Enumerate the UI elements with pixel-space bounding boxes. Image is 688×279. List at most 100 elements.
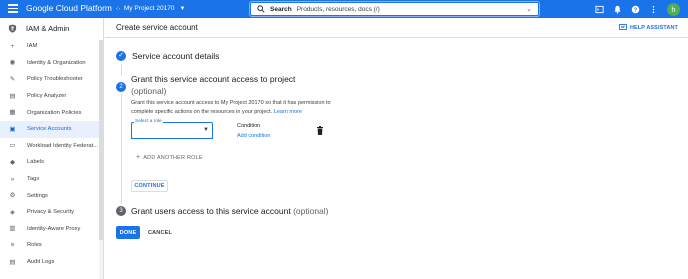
tag-icon: » — [10, 175, 15, 183]
learn-more-link[interactable]: Learn more — [274, 109, 302, 115]
caret-down-icon: ▼ — [203, 127, 209, 133]
step-2-title: Grant this service account access to pro… — [131, 74, 296, 84]
check-circle-icon: ✓ — [116, 51, 126, 61]
step-2-number: 2 — [116, 82, 126, 92]
help-assistant-icon — [618, 24, 627, 30]
done-button[interactable]: DONE — [116, 226, 140, 239]
avatar[interactable]: h — [667, 2, 680, 16]
plus-icon: + — [136, 154, 141, 161]
sidebar-item-label: IAM — [27, 43, 38, 50]
cancel-button[interactable]: CANCEL — [145, 226, 175, 239]
sidebar-header: IAM & Admin — [0, 18, 103, 38]
step-1[interactable]: ✓ Service account details — [116, 51, 219, 61]
sidebar-item-label: Privacy & Security — [27, 209, 75, 216]
role-select[interactable]: Select a role ▼ — [131, 119, 213, 139]
sidebar-item-labels[interactable]: ◆ Labels — [0, 154, 103, 171]
roles-icon: ≡ — [10, 241, 15, 249]
sidebar-item-label: Workload Identity Federat... — [27, 142, 99, 149]
add-another-role-label: ADD ANOTHER ROLE — [143, 154, 203, 161]
role-select-label: Select a role — [134, 119, 163, 124]
person-add-icon: + — [10, 42, 15, 50]
help-assistant-label: HELP ASSISTANT — [629, 24, 678, 31]
help-icon[interactable]: ? — [631, 5, 640, 14]
cloud-shell-icon[interactable] — [595, 5, 604, 14]
role-select-outline — [131, 122, 213, 139]
shield-icon: ◈ — [10, 208, 15, 216]
step-3-optional: (optional) — [293, 206, 329, 216]
project-dots-icon: ⁘ — [115, 5, 121, 13]
caret-down-icon: ▼ — [179, 5, 186, 12]
scrollbar-thumb[interactable] — [99, 40, 103, 240]
sidebar-item-label: Labels — [27, 159, 45, 166]
trash-icon[interactable] — [316, 126, 324, 135]
workload-icon: ▭ — [9, 142, 16, 150]
hamburger-menu-icon[interactable] — [8, 4, 18, 14]
stepper-connector — [121, 94, 122, 204]
sidebar-item-identity-organization[interactable]: ◉ Identity & Organization — [0, 55, 103, 72]
step-3[interactable]: 3 Grant users access to this service acc… — [116, 206, 329, 216]
sidebar-item-label: Policy Troubleshooter — [27, 76, 83, 83]
step-3-heading: Grant users access to this service accou… — [131, 206, 329, 216]
top-icons: ? h — [595, 2, 680, 16]
sidebar-item-audit-logs[interactable]: ▤ Audit Logs — [0, 254, 103, 271]
svg-text:?: ? — [634, 7, 637, 13]
help-assistant-button[interactable]: HELP ASSISTANT — [618, 24, 678, 31]
step-3-number: 3 — [116, 206, 126, 216]
page-title: Create service account — [116, 23, 198, 32]
project-name: My Project 20170 — [123, 5, 175, 12]
sidebar-scrollbar[interactable] — [99, 40, 103, 279]
search-label: Search — [270, 5, 292, 13]
sidebar-item-workload-identity[interactable]: ▭ Workload Identity Federat... — [0, 138, 103, 155]
continue-button[interactable]: CONTINUE — [131, 180, 168, 192]
more-vert-icon[interactable] — [649, 5, 658, 14]
proxy-icon: ▥ — [9, 225, 16, 233]
sidebar-item-service-accounts[interactable]: ▣ Service Accounts — [0, 120, 103, 138]
sidebar-item-settings[interactable]: ⚙ Settings — [0, 187, 103, 204]
sidebar-item-label: Service Accounts — [27, 126, 72, 133]
top-app-bar: Google Cloud Platform ⁘ My Project 20170… — [0, 0, 688, 18]
main-content: Create service account HELP ASSISTANT ✓ … — [105, 18, 688, 279]
shield-person-icon — [8, 23, 17, 33]
step-2-optional: (optional) — [131, 86, 167, 96]
sidebar-title: IAM & Admin — [26, 23, 70, 33]
analyzer-icon: ▤ — [9, 92, 16, 100]
label-icon: ◆ — [10, 158, 15, 166]
notifications-icon[interactable] — [613, 5, 622, 14]
sidebar-item-label: Organization Policies — [27, 109, 82, 116]
gear-icon: ⚙ — [9, 192, 16, 200]
sidebar-item-label: Audit Logs — [27, 259, 55, 266]
step-2-description: Grant this service account access to My … — [131, 99, 341, 116]
chevron-down-icon[interactable]: ⌄ — [526, 5, 532, 13]
step-3-title: Grant users access to this service accou… — [131, 206, 291, 216]
sidebar-item-label: Roles — [27, 242, 42, 249]
sidebar-item-policy-analyzer[interactable]: ▤ Policy Analyzer — [0, 88, 103, 105]
condition-label: Condition — [237, 123, 261, 129]
audit-icon: ▤ — [9, 258, 16, 266]
sidebar-item-label: Settings — [27, 192, 48, 199]
sidebar-item-tags[interactable]: » Tags — [0, 171, 103, 188]
sidebar-item-organization-policies[interactable]: ▦ Organization Policies — [0, 104, 103, 121]
sidebar-item-iam[interactable]: + IAM — [0, 38, 103, 55]
sidebar-item-policy-troubleshooter[interactable]: ✎ Policy Troubleshooter — [0, 71, 103, 88]
add-condition-link[interactable]: Add condition — [237, 133, 270, 139]
search-placeholder: Products, resources, docs (/) — [296, 5, 380, 13]
sidebar-item-label: Identity & Organization — [27, 59, 86, 66]
step-1-title: Service account details — [132, 51, 220, 61]
stepper-connector — [121, 64, 122, 76]
search-icon — [257, 5, 265, 13]
project-selector[interactable]: ⁘ My Project 20170 ▼ — [115, 3, 185, 14]
wrench-icon: ✎ — [9, 75, 16, 83]
page-header: Create service account — [105, 18, 688, 38]
service-account-icon: ▣ — [9, 125, 16, 133]
search-bar[interactable]: Search Products, resources, docs (/) ⌄ — [250, 2, 539, 16]
sidebar-item-privacy-security[interactable]: ◈ Privacy & Security — [0, 204, 103, 221]
org-policy-icon: ▦ — [9, 109, 16, 117]
sidebar: IAM & Admin + IAM ◉ Identity & Organizatio… — [0, 18, 104, 279]
sidebar-item-identity-aware-proxy[interactable]: ▥ Identity-Aware Proxy — [0, 221, 103, 238]
app-title[interactable]: Google Cloud Platform — [26, 3, 112, 13]
sidebar-item-roles[interactable]: ≡ Roles — [0, 237, 103, 254]
sidebar-item-label: Identity-Aware Proxy — [27, 225, 81, 232]
add-another-role-button[interactable]: + ADD ANOTHER ROLE — [136, 154, 203, 161]
identity-icon: ◉ — [9, 59, 16, 67]
sidebar-item-label: Policy Analyzer — [27, 93, 67, 100]
